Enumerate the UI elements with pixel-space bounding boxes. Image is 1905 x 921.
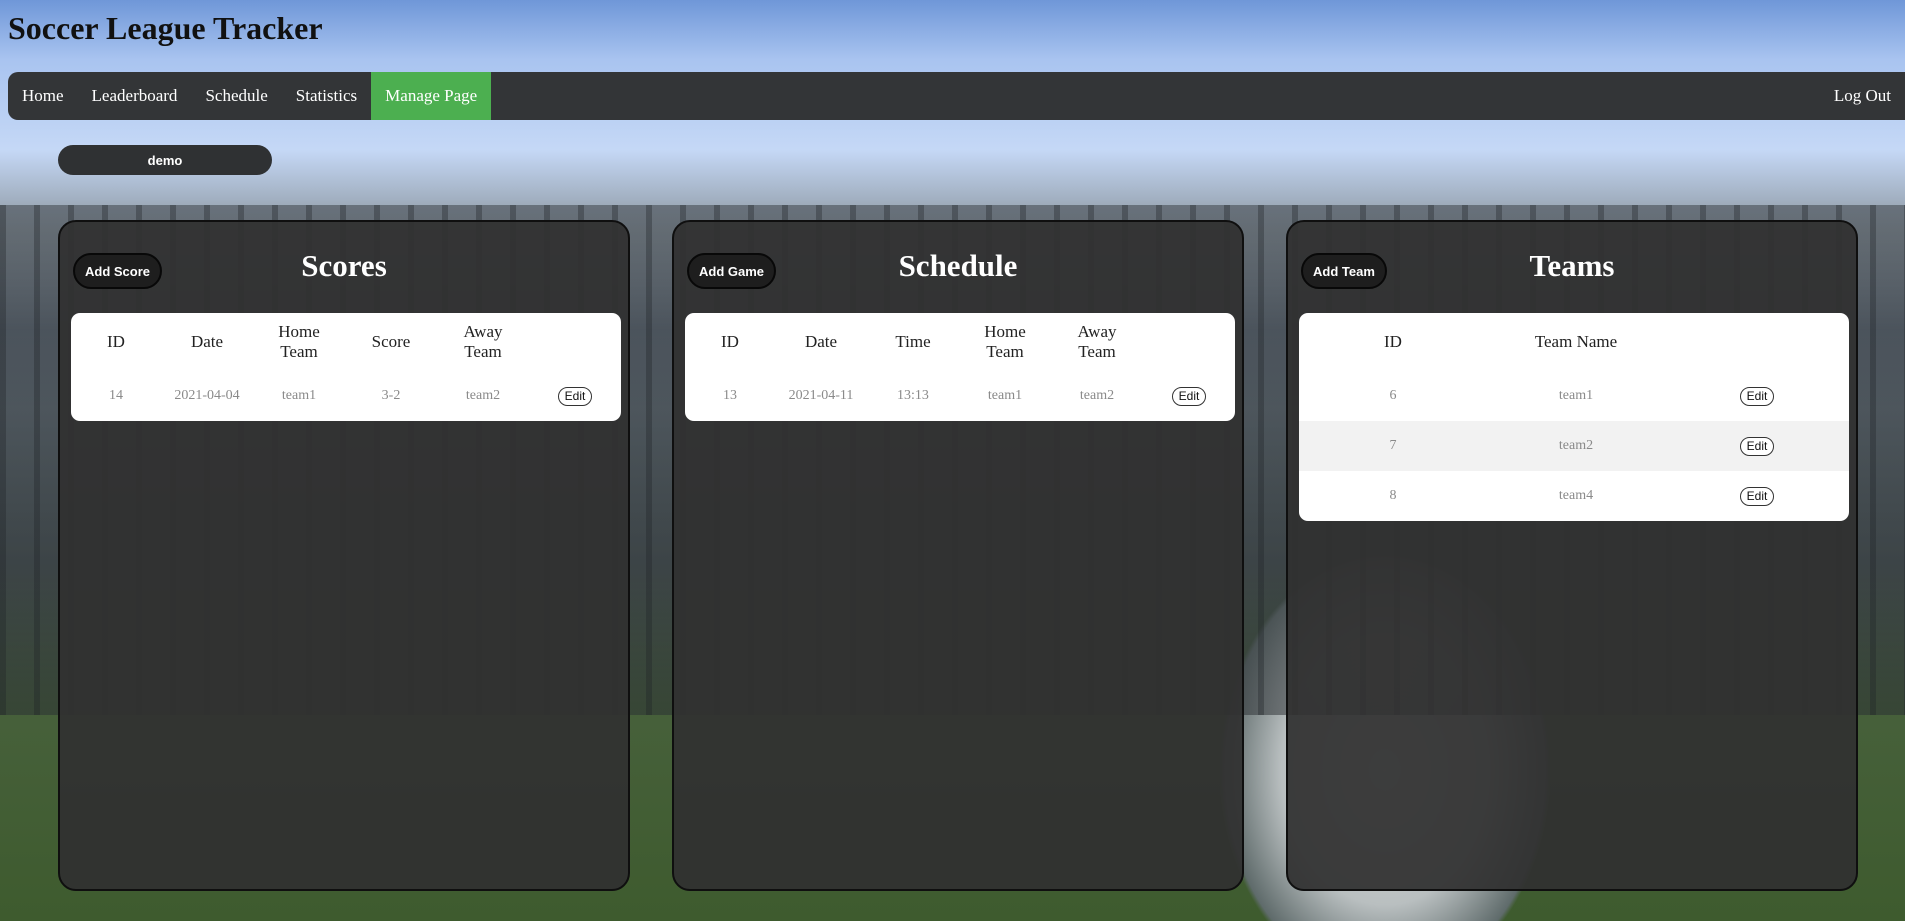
- cell-date: 2021-04-04: [174, 388, 240, 403]
- teams-panel: Add Team Teams ID Team Name 6 team1 Edit…: [1286, 220, 1858, 891]
- cell-actions: Edit: [1143, 371, 1235, 421]
- column-header: Home Team: [984, 322, 1026, 361]
- cell-away-team: team2: [1079, 388, 1115, 403]
- nav-leaderboard[interactable]: Leaderboard: [78, 72, 192, 120]
- edit-button[interactable]: Edit: [1739, 386, 1775, 406]
- cell-away-team: team2: [465, 388, 501, 403]
- cell-score: 3-2: [381, 388, 401, 403]
- cell-actions: Edit: [1665, 471, 1849, 521]
- scores-title: Scores: [301, 248, 387, 283]
- cell-home-team: team1: [987, 388, 1023, 403]
- schedule-table: ID Date Time Home Team Away Team 13 2021…: [685, 313, 1235, 421]
- nav-schedule[interactable]: Schedule: [191, 72, 281, 120]
- table-row: 7 team2 Edit: [1299, 421, 1849, 471]
- scores-table: ID Date Home Team Score Away Team 14 202…: [71, 313, 621, 421]
- teams-title: Teams: [1529, 248, 1615, 283]
- edit-button[interactable]: Edit: [557, 386, 593, 406]
- nav-logout[interactable]: Log Out: [1820, 72, 1905, 120]
- table-row: 8 team4 Edit: [1299, 471, 1849, 521]
- column-header: [529, 313, 621, 371]
- table-header-row: ID Team Name: [1299, 313, 1849, 371]
- edit-button[interactable]: Edit: [1739, 436, 1775, 456]
- page-title: Soccer League Tracker: [8, 10, 323, 46]
- nav-statistics[interactable]: Statistics: [282, 72, 371, 120]
- cell-home-team: team1: [281, 388, 317, 403]
- column-header: Home Team: [278, 322, 320, 361]
- cell-team-name: team1: [1558, 388, 1594, 403]
- cell-team-name: team4: [1558, 488, 1594, 503]
- cell-id: 6: [1389, 388, 1397, 403]
- table-header-row: ID Date Time Home Team Away Team: [685, 313, 1235, 371]
- column-header: [1143, 313, 1235, 371]
- cell-actions: Edit: [529, 371, 621, 421]
- cell-id: 14: [109, 388, 123, 403]
- edit-button[interactable]: Edit: [1739, 486, 1775, 506]
- cell-time: 13:13: [897, 388, 929, 403]
- nav-home[interactable]: Home: [8, 72, 78, 120]
- column-header: Time: [895, 332, 931, 351]
- edit-button[interactable]: Edit: [1171, 386, 1207, 406]
- column-header: Away Team: [1077, 322, 1117, 361]
- nav-manage-page[interactable]: Manage Page: [371, 72, 492, 120]
- column-header: Date: [190, 332, 224, 351]
- column-header: ID: [721, 332, 739, 351]
- column-header: ID: [1384, 332, 1402, 351]
- column-header: Score: [371, 332, 411, 351]
- cell-id: 7: [1299, 421, 1487, 471]
- table-header-row: ID Date Home Team Score Away Team: [71, 313, 621, 371]
- schedule-title: Schedule: [898, 248, 1018, 283]
- scores-panel: Add Score Scores ID Date Home Team Score…: [58, 220, 630, 891]
- table-row: 14 2021-04-04 team1 3-2 team2 Edit: [71, 371, 621, 421]
- cell-team-name: team2: [1487, 421, 1665, 471]
- column-header: [1665, 313, 1849, 371]
- cell-actions: Edit: [1665, 371, 1849, 421]
- column-header: Date: [804, 332, 838, 351]
- cell-date: 2021-04-11: [788, 388, 854, 403]
- main-navbar: Home Leaderboard Schedule Statistics Man…: [8, 72, 1905, 120]
- teams-table: ID Team Name 6 team1 Edit 7 team2 Edit 8…: [1299, 313, 1849, 521]
- cell-id: 13: [723, 388, 737, 403]
- table-row: 6 team1 Edit: [1299, 371, 1849, 421]
- cell-actions: Edit: [1665, 421, 1849, 471]
- username-badge: demo: [58, 145, 272, 175]
- cell-id: 8: [1389, 488, 1397, 503]
- column-header: ID: [107, 332, 125, 351]
- table-row: 13 2021-04-11 13:13 team1 team2 Edit: [685, 371, 1235, 421]
- column-header: Team Name: [1534, 332, 1618, 351]
- schedule-panel: Add Game Schedule ID Date Time Home Team…: [672, 220, 1244, 891]
- column-header: Away Team: [463, 322, 503, 361]
